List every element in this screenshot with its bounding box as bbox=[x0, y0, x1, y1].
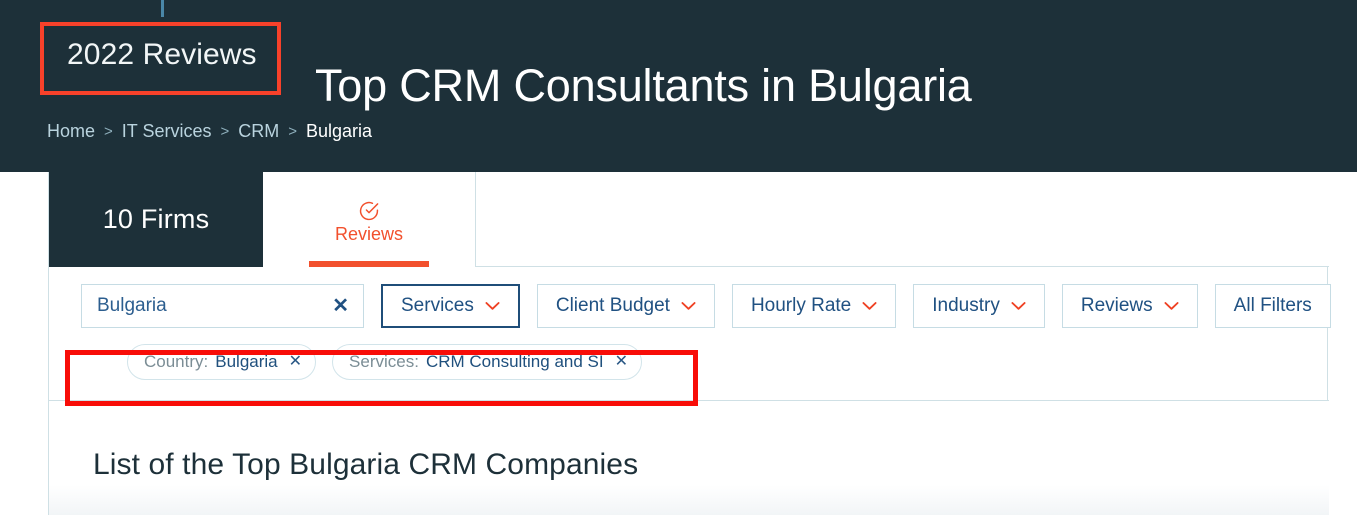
page-title: Top CRM Consultants in Bulgaria bbox=[315, 60, 972, 112]
chip-label: Country: bbox=[144, 352, 209, 371]
filter-button-services[interactable]: Services bbox=[381, 284, 520, 328]
page-root: 2022 Reviews Top CRM Consultants in Bulg… bbox=[0, 0, 1357, 515]
chevron-down-icon bbox=[485, 301, 500, 311]
chip-value: Bulgaria bbox=[215, 352, 278, 371]
filter-chip-services[interactable]: Services: CRM Consulting and SI ✕ bbox=[332, 344, 642, 380]
tab-reviews[interactable]: Reviews bbox=[263, 172, 476, 267]
breadcrumb-separator: > bbox=[288, 123, 298, 140]
close-icon[interactable]: ✕ bbox=[324, 296, 349, 316]
filter-button-industry[interactable]: Industry bbox=[913, 284, 1045, 328]
page-header: 2022 Reviews Top CRM Consultants in Bulg… bbox=[0, 0, 1357, 172]
filter-button-all-filters[interactable]: All Filters bbox=[1214, 284, 1331, 328]
breadcrumb: Home > IT Services > CRM > Bulgaria bbox=[47, 121, 372, 142]
tab-bar: 10 Firms Reviews bbox=[49, 172, 1329, 267]
filter-button-label: Hourly Rate bbox=[750, 295, 852, 316]
filter-button-label: Reviews bbox=[1080, 295, 1153, 316]
chevron-down-icon bbox=[862, 301, 877, 311]
list-heading-section: List of the Top Bulgaria CRM Companies bbox=[49, 401, 1329, 515]
breadcrumb-item-home[interactable]: Home bbox=[47, 121, 95, 142]
breadcrumb-separator: > bbox=[220, 123, 230, 140]
panel-bottom-fade bbox=[49, 485, 1329, 515]
filter-button-reviews[interactable]: Reviews bbox=[1061, 284, 1198, 328]
location-search-input[interactable]: Bulgaria ✕ bbox=[81, 284, 364, 328]
chevron-down-icon bbox=[1011, 301, 1026, 311]
tab-firms-label: 10 Firms bbox=[102, 204, 210, 234]
check-circle-icon bbox=[358, 200, 380, 222]
filter-button-label: All Filters bbox=[1233, 295, 1312, 316]
filter-button-label: Services bbox=[401, 295, 474, 316]
chip-label: Services: bbox=[349, 352, 419, 371]
chevron-down-icon bbox=[681, 301, 696, 311]
chevron-down-icon bbox=[1164, 301, 1179, 311]
search-input-value[interactable]: Bulgaria bbox=[97, 295, 324, 317]
filter-button-hourly-rate[interactable]: Hourly Rate bbox=[731, 284, 897, 328]
filter-controls-row: Bulgaria ✕ Services Client Budget Hourly… bbox=[81, 284, 1331, 328]
tab-firms-count[interactable]: 10 Firms bbox=[49, 172, 263, 267]
tab-bar-empty-space bbox=[476, 172, 1329, 266]
close-icon[interactable]: ✕ bbox=[615, 354, 628, 370]
close-icon[interactable]: ✕ bbox=[289, 354, 302, 370]
breadcrumb-item-current: Bulgaria bbox=[306, 121, 373, 141]
filters-section: Bulgaria ✕ Services Client Budget Hourly… bbox=[49, 267, 1331, 401]
content-panel: 10 Firms Reviews Bulgaria ✕ Services Cli… bbox=[48, 172, 1331, 515]
breadcrumb-separator: > bbox=[104, 123, 113, 140]
chip-value: CRM Consulting and SI bbox=[425, 352, 604, 371]
top-accent-tick bbox=[161, 0, 164, 17]
filter-button-label: Industry bbox=[932, 295, 1000, 316]
tab-reviews-label: Reviews bbox=[334, 224, 404, 244]
breadcrumb-item-crm[interactable]: CRM bbox=[238, 121, 279, 142]
filter-button-client-budget[interactable]: Client Budget bbox=[536, 284, 715, 328]
filter-chip-country[interactable]: Country: Bulgaria ✕ bbox=[127, 344, 317, 380]
year-reviews-badge: 2022 Reviews bbox=[67, 38, 257, 71]
active-filter-chips: Country: Bulgaria ✕ Services: CRM Consul… bbox=[127, 344, 642, 380]
breadcrumb-item-it-services[interactable]: IT Services bbox=[122, 121, 212, 142]
filter-button-label: Client Budget bbox=[555, 295, 670, 316]
list-heading-title: List of the Top Bulgaria CRM Companies bbox=[93, 447, 639, 481]
